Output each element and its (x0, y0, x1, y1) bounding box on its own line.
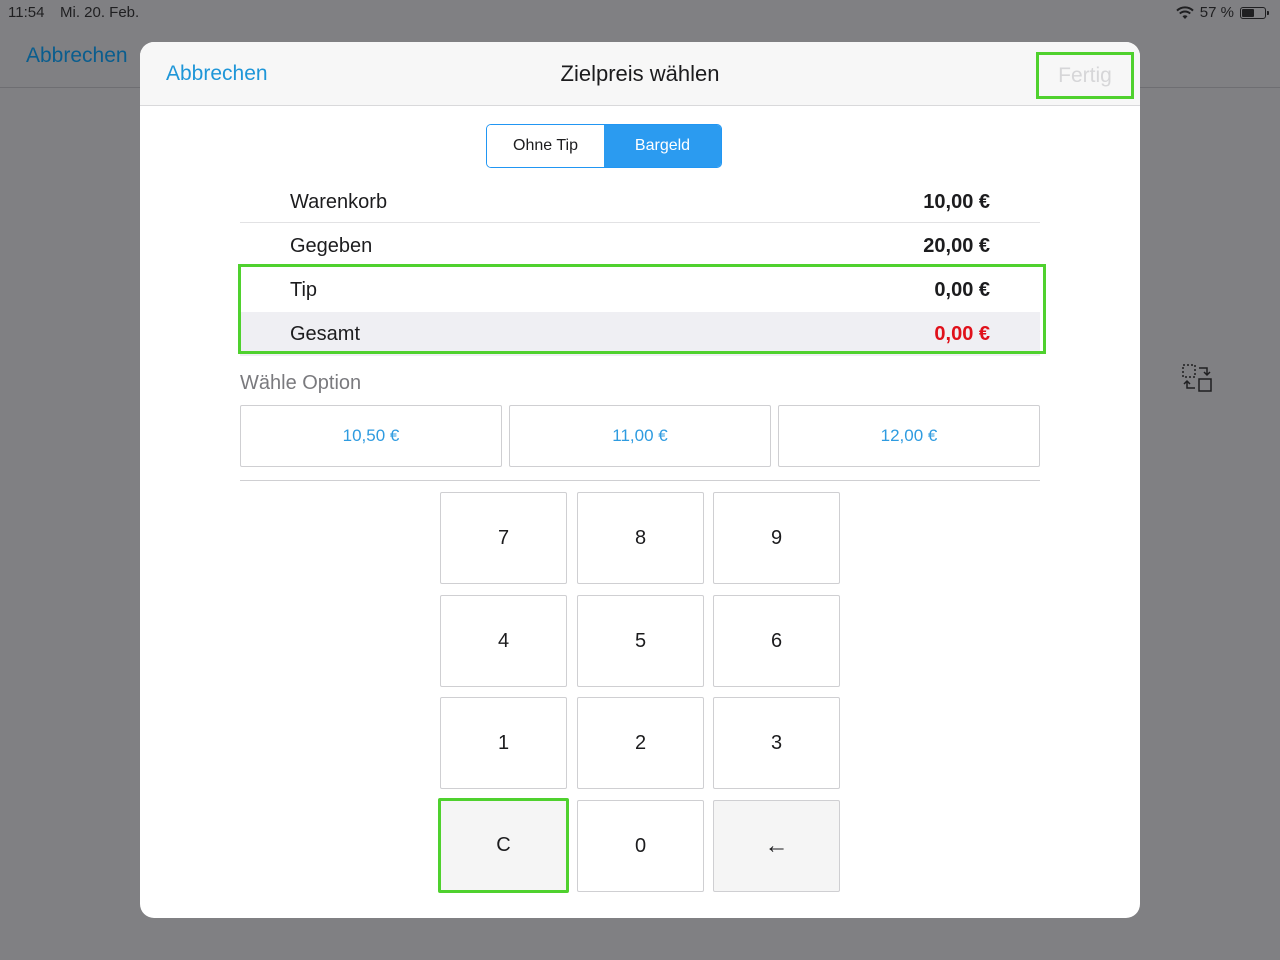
summary-row-cart: Warenkorb 10,00 € (240, 180, 1040, 224)
row-label: Gegeben (290, 234, 373, 257)
keypad-backspace-button[interactable]: ← (713, 800, 840, 892)
segment-without-tip[interactable]: Ohne Tip (487, 125, 604, 167)
summary-row-given: Gegeben 20,00 € (240, 224, 1040, 268)
row-value: 20,00 € (923, 234, 990, 257)
background-cancel-button: Abbrechen (26, 44, 128, 67)
status-bar: 11:54 Mi. 20. Feb. 57 % (0, 0, 1280, 26)
option-button[interactable]: 11,00 € (509, 405, 771, 467)
option-button[interactable]: 12,00 € (778, 405, 1040, 467)
background-header-divider (0, 87, 140, 88)
row-divider (240, 222, 1040, 223)
keypad-key-4[interactable]: 4 (440, 595, 567, 687)
keypad-key-3[interactable]: 3 (713, 697, 840, 789)
done-button[interactable]: Fertig (1036, 52, 1134, 99)
status-time: 11:54 (8, 4, 45, 21)
row-value: 10,00 € (923, 190, 990, 213)
option-button[interactable]: 10,50 € (240, 405, 502, 467)
battery-icon (1240, 6, 1269, 19)
keypad-key-0[interactable]: 0 (577, 800, 704, 892)
modal-title: Zielpreis wählen (560, 61, 720, 86)
tip-total-highlight (238, 264, 1046, 354)
status-right: 57 % (1176, 4, 1269, 21)
keypad-clear-button[interactable]: C (438, 798, 569, 893)
options-label: Wähle Option (240, 372, 362, 394)
segment-cash[interactable]: Bargeld (604, 125, 721, 167)
battery-fill (1242, 8, 1254, 17)
row-label: Warenkorb (290, 190, 388, 213)
done-button-label: Fertig (1058, 63, 1112, 87)
swap-screens-icon (1182, 364, 1212, 392)
status-date: Mi. 20. Feb. (60, 4, 140, 21)
keypad-key-7[interactable]: 7 (440, 492, 567, 584)
keypad-key-8[interactable]: 8 (577, 492, 704, 584)
keypad-key-1[interactable]: 1 (440, 697, 567, 789)
options-divider (240, 480, 1040, 481)
modal-header: Abbrechen Zielpreis wählen Fertig (140, 42, 1140, 106)
keypad-key-9[interactable]: 9 (713, 492, 840, 584)
keypad-key-5[interactable]: 5 (577, 595, 704, 687)
background-header-divider-right (1140, 87, 1280, 88)
target-price-modal: Abbrechen Zielpreis wählen Fertig Ohne T… (140, 42, 1140, 918)
tip-mode-segmented-control: Ohne Tip Bargeld (486, 124, 722, 168)
battery-percentage: 57 % (1199, 4, 1234, 21)
keypad-key-6[interactable]: 6 (713, 595, 840, 687)
keypad-key-2[interactable]: 2 (577, 697, 704, 789)
wifi-icon (1176, 5, 1194, 19)
